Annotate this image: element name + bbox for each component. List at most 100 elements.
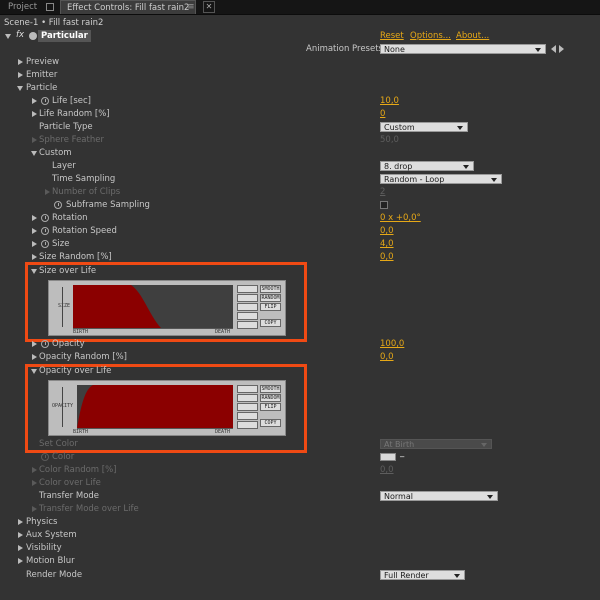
graph-death-label: DEATH [215,329,231,335]
expand-triangle-icon [32,137,37,143]
property-size-over-life[interactable]: Size over Life [0,265,600,278]
animation-presets-dropdown[interactable]: None [380,44,546,54]
flip-button[interactable]: FLIP [260,303,281,311]
expand-triangle-icon[interactable] [32,98,37,104]
preset-curve-button[interactable] [237,394,258,402]
tab-effect-controls[interactable]: Effect Controls: Fill fast rain2 [60,0,197,14]
preset-curve-button[interactable] [237,403,258,411]
collapse-triangle-icon[interactable] [31,151,37,156]
expand-triangle-icon[interactable] [32,228,37,234]
expand-triangle-icon[interactable] [32,215,37,221]
particle-type-dropdown[interactable]: Custom [380,122,468,132]
layer-dropdown[interactable]: 8. drop [380,161,474,171]
rotation-value[interactable]: 0 x +0,0° [380,212,421,225]
expand-triangle-icon[interactable] [32,241,37,247]
color-random-value: 0,0 [380,465,394,475]
options-link[interactable]: Options... [410,31,451,41]
preset-curve-button[interactable] [237,294,258,302]
stopwatch-icon[interactable] [41,214,49,222]
opacity-curve-canvas[interactable] [77,385,233,428]
size-over-life-graph[interactable]: SIZE BIRTH DEATH SMOOTH RANDOM FLIP COPY [48,280,286,336]
subframe-checkbox[interactable] [380,201,388,209]
preset-curve-button[interactable] [237,412,258,420]
about-link[interactable]: About... [456,31,489,41]
group-visibility[interactable]: Visibility [0,542,600,555]
transfer-mode-dropdown[interactable]: Normal [380,491,498,501]
stopwatch-icon[interactable] [54,201,62,209]
render-mode-dropdown[interactable]: Full Render [380,570,465,580]
group-visibility-label: Visibility [26,543,62,553]
group-preview[interactable]: Preview [0,56,600,69]
preset-curve-button[interactable] [237,285,258,293]
rotation-speed-value[interactable]: 0,0 [380,225,394,238]
expand-triangle-icon[interactable] [18,519,23,525]
rotation-speed-label: Rotation Speed [52,226,117,236]
group-motion-blur[interactable]: Motion Blur [0,555,600,568]
expand-triangle-icon[interactable] [5,34,11,39]
property-transfer-mode: Transfer Mode Normal [0,490,600,503]
collapse-triangle-icon[interactable] [31,269,37,274]
stopwatch-icon[interactable] [41,227,49,235]
preset-curve-button[interactable] [237,303,258,311]
property-opacity-over-life[interactable]: Opacity over Life [0,365,600,378]
life-random-value[interactable]: 0 [380,108,385,121]
group-custom[interactable]: Custom [0,147,600,160]
close-icon[interactable]: ✕ [203,1,215,13]
lock-icon[interactable] [46,3,54,11]
eyedropper-icon[interactable]: ━ [400,454,414,461]
prev-preset-icon[interactable] [551,45,556,53]
time-sampling-dropdown[interactable]: Random - Loop [380,174,502,184]
expand-triangle-icon[interactable] [32,354,37,360]
preset-curve-button[interactable] [237,321,258,329]
opacity-over-life-graph[interactable]: OPACITY BIRTH DEATH SMOOTH RANDOM FLIP C… [48,380,286,436]
stopwatch-icon[interactable] [41,340,49,348]
group-aux-label: Aux System [26,530,77,540]
expand-triangle-icon[interactable] [18,558,23,564]
random-button[interactable]: RANDOM [260,394,281,402]
expand-triangle-icon[interactable] [18,72,23,78]
preset-curve-button[interactable] [237,312,258,320]
stopwatch-icon[interactable] [41,240,49,248]
size-random-value[interactable]: 0,0 [380,251,394,264]
expand-triangle-icon[interactable] [32,341,37,347]
copy-button[interactable]: COPY [260,419,281,427]
collapse-triangle-icon[interactable] [31,369,37,374]
group-physics[interactable]: Physics [0,516,600,529]
particle-type-label: Particle Type [39,122,93,132]
random-button[interactable]: RANDOM [260,294,281,302]
reset-link[interactable]: Reset [380,31,404,41]
preset-curve-button[interactable] [237,385,258,393]
graph-y-label: SIZE [58,303,71,309]
copy-button[interactable]: COPY [260,319,281,327]
expand-triangle-icon[interactable] [18,59,23,65]
preset-curve-button[interactable] [237,421,258,429]
flip-button[interactable]: FLIP [260,403,281,411]
next-preset-icon[interactable] [559,45,564,53]
group-emitter-label: Emitter [26,70,58,80]
group-preview-label: Preview [26,57,60,67]
smooth-button[interactable]: SMOOTH [260,285,281,293]
expand-triangle-icon[interactable] [18,532,23,538]
set-color-value: At Birth [384,440,415,449]
group-emitter[interactable]: Emitter [0,69,600,82]
size-curve-canvas[interactable] [73,285,233,328]
stopwatch-icon[interactable] [41,97,49,105]
tab-project[interactable]: Project [2,0,43,14]
collapse-triangle-icon[interactable] [17,86,23,91]
subframe-label: Subframe Sampling [66,200,150,210]
color-swatch[interactable] [380,453,396,461]
expand-triangle-icon[interactable] [18,545,23,551]
opacity-random-value[interactable]: 0,0 [380,351,394,364]
group-particle[interactable]: Particle [0,82,600,95]
smooth-button[interactable]: SMOOTH [260,385,281,393]
size-value[interactable]: 4,0 [380,238,394,251]
opacity-value[interactable]: 100,0 [380,338,404,351]
fx-toggle[interactable]: fx [16,30,24,40]
tab-menu-icon[interactable]: ≡ [187,2,195,12]
group-aux-system[interactable]: Aux System [0,529,600,542]
expand-triangle-icon[interactable] [32,254,37,260]
property-color-over-life: Color over Life [0,477,600,490]
life-value[interactable]: 10,0 [380,95,399,108]
expand-triangle-icon[interactable] [32,111,37,117]
rotation-label: Rotation [52,213,88,223]
